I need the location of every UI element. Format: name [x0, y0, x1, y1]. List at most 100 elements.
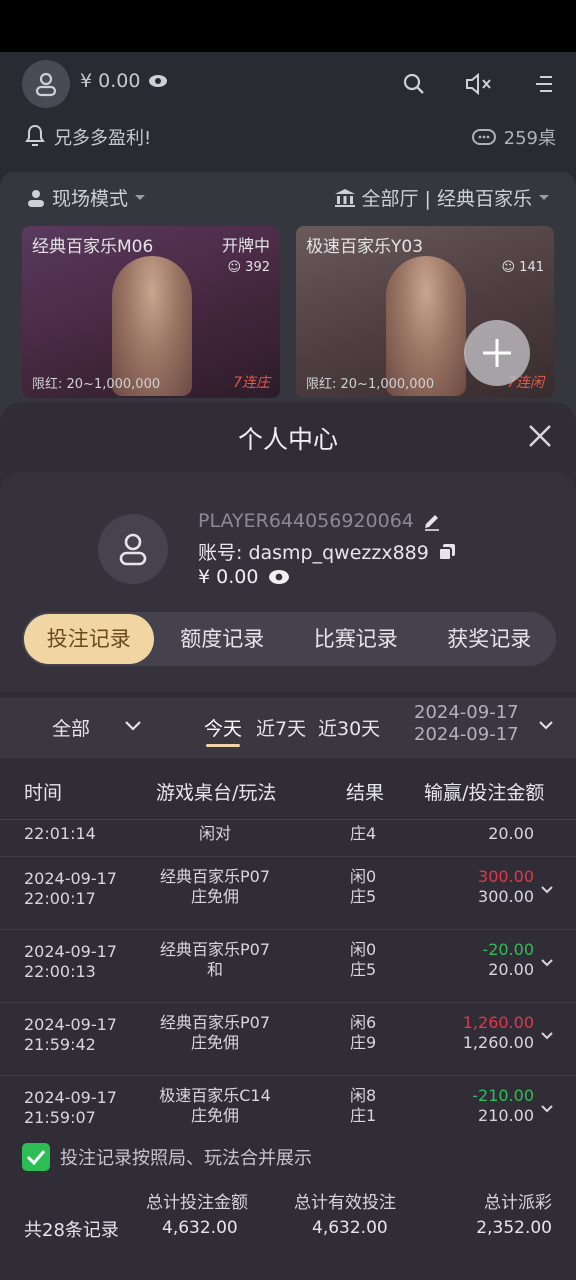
- menu-icon[interactable]: [534, 74, 554, 94]
- row-bet: 1,260.00: [462, 1033, 534, 1052]
- hall-selector[interactable]: 全部厅 | 经典百家乐: [334, 184, 550, 211]
- lobby-background: ¥ 0.00 兄多多盈利! 259桌 现场模式 全部厅 | 经典百家乐 经典百家…: [0, 52, 576, 452]
- table-row[interactable]: 2024-09-17 22:00:17 经典百家乐P07 庄免佣 闲0 庄5 300.…: [0, 857, 576, 930]
- row-bet: 210.00: [478, 1106, 534, 1125]
- caret-down-icon: [135, 194, 146, 200]
- records-list: 22:01:14 闲对 庄4 20.00 2024-09-17 22:00:17 …: [0, 820, 576, 1130]
- search-icon[interactable]: [402, 72, 426, 96]
- date-range-picker[interactable]: 2024-09-17 2024-09-17: [414, 702, 519, 746]
- user-avatar[interactable]: [22, 60, 70, 108]
- row-winloss: 300.00: [478, 867, 534, 886]
- row-winloss: -210.00: [472, 1086, 534, 1105]
- row-time: 21:59:42: [24, 1035, 96, 1054]
- row-game: 经典百家乐P07 和: [140, 940, 290, 980]
- row-play: 闲对: [198, 824, 231, 843]
- row-time: 22:01:14: [24, 824, 96, 843]
- tab-prize-records[interactable]: 获奖记录: [425, 614, 555, 664]
- copy-icon[interactable]: [437, 542, 457, 562]
- payout-value: 2,352.00: [476, 1218, 552, 1238]
- row-amounts: 300.00 300.00: [414, 867, 534, 907]
- check-icon: [26, 1150, 46, 1165]
- table-row[interactable]: 22:01:14 闲对 庄4 20.00: [0, 820, 576, 857]
- table-row[interactable]: 2024-09-17 21:59:42 经典百家乐P07 庄免佣 闲6 庄9 1,26…: [0, 1003, 576, 1076]
- chevron-down-icon[interactable]: [540, 885, 554, 894]
- table-count-text: 259桌: [503, 128, 556, 149]
- col-game: 游戏桌台/玩法: [156, 782, 277, 804]
- col-result: 结果: [346, 782, 385, 804]
- mute-icon[interactable]: [464, 72, 494, 96]
- col-amount: 输赢/投注金额: [424, 782, 545, 804]
- user-icon: [119, 533, 147, 566]
- merge-checkbox[interactable]: [22, 1143, 50, 1171]
- merge-option[interactable]: 投注记录按照局、玩法合并展示: [22, 1142, 312, 1172]
- period-7days[interactable]: 近7天: [256, 714, 306, 741]
- edit-icon[interactable]: [422, 511, 442, 531]
- row-table: 经典百家乐P07: [159, 1013, 270, 1032]
- row-play: 庄免佣: [190, 1106, 239, 1125]
- eye-icon[interactable]: [148, 74, 168, 88]
- avatar[interactable]: [98, 514, 168, 584]
- row-result-player: 闲0: [350, 867, 377, 886]
- type-filter[interactable]: 全部: [52, 714, 90, 741]
- record-tabs: 投注记录 额度记录 比赛记录 获奖记录: [22, 612, 556, 666]
- active-period-indicator: [206, 744, 240, 747]
- valid-bet-label: 总计有效投注: [294, 1193, 396, 1213]
- player-name-text: PLAYER644056920064: [198, 510, 414, 532]
- total-bet-value: 4,632.00: [162, 1218, 238, 1238]
- merge-label: 投注记录按照局、玩法合并展示: [60, 1148, 312, 1169]
- notice-bar: 兄多多盈利! 259桌: [0, 116, 576, 156]
- tab-credit-records[interactable]: 额度记录: [158, 614, 288, 664]
- period-30days[interactable]: 近30天: [318, 714, 380, 741]
- tab-match-records[interactable]: 比赛记录: [291, 614, 421, 664]
- table-row[interactable]: 2024-09-17 21:59:07 极速百家乐C14 庄免佣 闲8 庄1 -210…: [0, 1076, 576, 1130]
- row-bet: 20.00: [488, 824, 534, 843]
- row-date: 2024-09-17: [24, 1088, 117, 1107]
- tile-title: 经典百家乐M06: [32, 237, 154, 257]
- row-game: 极速百家乐C14 庄免佣: [140, 1086, 290, 1126]
- status-bar: [0, 0, 576, 52]
- row-date: 2024-09-17: [24, 869, 117, 888]
- row-result: 庄4: [350, 824, 377, 843]
- row-time: 21:59:07: [24, 1108, 96, 1127]
- row-winloss: 1,260.00: [462, 1013, 534, 1032]
- row-time: 22:00:17: [24, 889, 96, 908]
- tab-bet-records[interactable]: 投注记录: [24, 614, 154, 664]
- close-icon[interactable]: [526, 422, 554, 450]
- profile-section: PLAYER644056920064 账号: dasmp_qwezzx889 ¥…: [0, 472, 576, 692]
- add-button[interactable]: [464, 320, 530, 386]
- chevron-down-icon[interactable]: [540, 1104, 554, 1113]
- row-date: 2024-09-17: [24, 942, 117, 961]
- game-tile[interactable]: 经典百家乐M06 开牌中 ☺ 392 限红: 20~1,000,000 7连庄: [22, 226, 280, 398]
- plus-icon: [483, 339, 511, 367]
- chevron-down-icon[interactable]: [540, 958, 554, 967]
- mode-selector[interactable]: 现场模式: [26, 184, 146, 211]
- date-from: 2024-09-17: [414, 702, 519, 723]
- payout-label: 总计派彩: [484, 1193, 552, 1213]
- summary-section: 总计投注金额 总计有效投注 总计派彩 共28条记录 4,632.00 4,632…: [0, 1188, 576, 1280]
- period-today[interactable]: 今天: [204, 714, 242, 741]
- notice-text: 兄多多盈利!: [54, 128, 152, 149]
- row-result-banker: 庄5: [350, 887, 377, 906]
- chevron-down-icon[interactable]: [538, 720, 554, 730]
- header-balance: ¥ 0.00: [80, 70, 141, 92]
- row-datetime: 2024-09-17 21:59:42: [24, 1015, 144, 1055]
- row-result-player: 闲0: [350, 940, 377, 959]
- record-count: 共28条记录: [24, 1220, 119, 1241]
- tile-limit: 限红: 20~1,000,000: [306, 377, 435, 392]
- bank-icon: [334, 188, 355, 207]
- row-table: 经典百家乐P07: [159, 867, 270, 886]
- row-play: 庄免佣: [190, 1033, 239, 1052]
- table-row[interactable]: 2024-09-17 22:00:13 经典百家乐P07 和 闲0 庄5 -20.00…: [0, 930, 576, 1003]
- row-amounts: -20.00 20.00: [414, 940, 534, 980]
- personal-center-modal: 个人中心 PLAYER644056920064 账号: dasmp_qwezzx…: [0, 402, 576, 1280]
- table-icon: [471, 129, 496, 145]
- tile-title: 极速百家乐Y03: [306, 237, 424, 257]
- row-date: 2024-09-17: [24, 1015, 117, 1034]
- row-result: 闲8 庄1: [350, 1086, 410, 1126]
- tile-limit: 限红: 20~1,000,000: [32, 377, 161, 392]
- row-result-player: 闲6: [350, 1013, 377, 1032]
- chevron-down-icon[interactable]: [540, 1031, 554, 1040]
- hall-label: 全部厅 | 经典百家乐: [361, 188, 532, 210]
- chevron-down-icon[interactable]: [124, 720, 142, 731]
- eye-icon[interactable]: [268, 569, 290, 585]
